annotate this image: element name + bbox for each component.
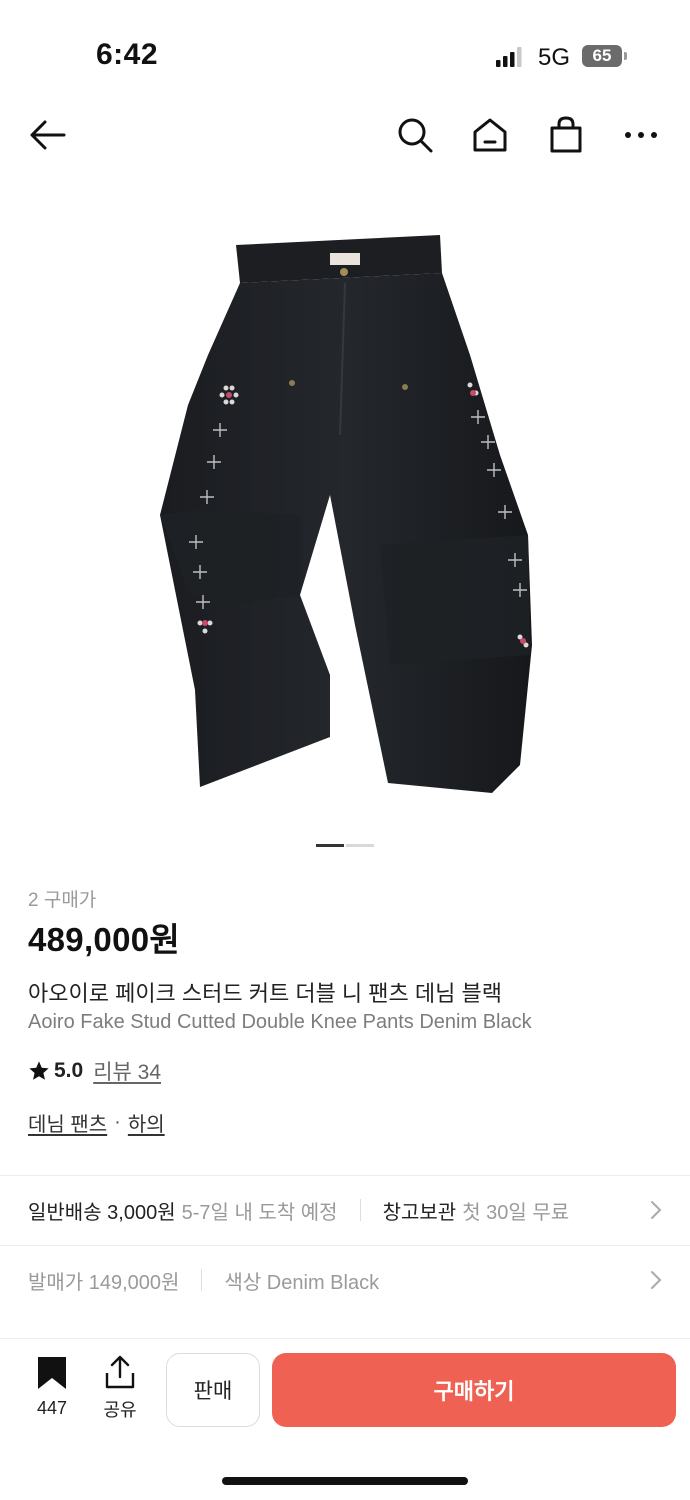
shopping-bag-icon (550, 116, 582, 153)
rating-value: 5.0 (54, 1059, 84, 1082)
product-title-en: Aoiro Fake Stud Cutted Double Knee Pants… (28, 1011, 532, 1033)
pagination-dot[interactable] (346, 844, 374, 847)
battery-icon: 65 (582, 45, 622, 67)
home-button[interactable] (467, 112, 513, 158)
product-image[interactable] (0, 205, 690, 825)
cart-button[interactable] (543, 112, 589, 158)
buy-button[interactable]: 구매하기 (272, 1353, 676, 1427)
chevron-right-icon (651, 1201, 662, 1219)
battery-tip (624, 52, 627, 60)
search-button[interactable] (392, 112, 438, 158)
rating-row: 5.0 리뷰 34 (28, 1056, 161, 1086)
shipping-row[interactable]: 일반배송 3,000원 5-7일 내 도착 예정 창고보관 첫 30일 무료 (0, 1175, 690, 1245)
status-bar: 6:42 5G 65 (0, 0, 690, 100)
release-price: 발매가 149,000원 (28, 1271, 180, 1294)
signal-icon (496, 47, 522, 67)
chevron-right-icon (651, 1271, 662, 1289)
buyers-label: 2 구매가 (28, 890, 97, 911)
search-icon (398, 118, 433, 153)
share-label: 공유 (103, 1400, 137, 1420)
category-link[interactable]: 데님 팬츠 (28, 1108, 107, 1137)
home-icon (473, 118, 507, 152)
release-row[interactable]: 발매가 149,000원 색상 Denim Black (0, 1245, 690, 1315)
share-icon (105, 1355, 135, 1389)
back-button[interactable] (24, 112, 70, 158)
bottom-action-bar: 447 공유 판매 구매하기 (0, 1338, 690, 1448)
product-price: 489,000원 (28, 921, 181, 958)
vertical-separator (359, 1199, 361, 1221)
network-label: 5G (538, 44, 571, 71)
color-label: 색상 Denim Black (224, 1271, 380, 1294)
bookmark-icon (38, 1357, 66, 1389)
more-icon (625, 132, 657, 138)
shipping-eta: 5-7일 내 도착 예정 (181, 1201, 338, 1224)
subcategory-link[interactable]: 하의 (128, 1108, 165, 1137)
status-time: 6:42 (96, 38, 159, 71)
top-nav (0, 100, 690, 170)
pagination-dot-active[interactable] (316, 844, 344, 847)
category-breadcrumb: 데님 팬츠 · 하의 (28, 1108, 165, 1137)
home-indicator (222, 1477, 468, 1485)
back-arrow-icon (30, 120, 66, 150)
storage-label: 창고보관 (382, 1201, 457, 1224)
more-button[interactable] (618, 112, 664, 158)
star-icon (29, 1061, 49, 1080)
share-button[interactable]: 공유 (98, 1355, 142, 1422)
pants-image (160, 235, 532, 793)
storage-note: 첫 30일 무료 (462, 1201, 570, 1224)
shipping-label: 일반배송 3,000원 (28, 1201, 176, 1224)
sell-button[interactable]: 판매 (166, 1353, 260, 1427)
bookmark-count: 447 (36, 1398, 68, 1418)
category-separator: · (114, 1111, 121, 1133)
vertical-separator (201, 1269, 203, 1291)
bookmark-button[interactable]: 447 (28, 1355, 76, 1419)
review-link[interactable]: 리뷰 34 (93, 1056, 161, 1086)
product-title-ko: 아오이로 페이크 스터드 커트 더블 니 팬츠 데님 블랙 (28, 981, 502, 1006)
gallery-pagination (316, 844, 374, 847)
